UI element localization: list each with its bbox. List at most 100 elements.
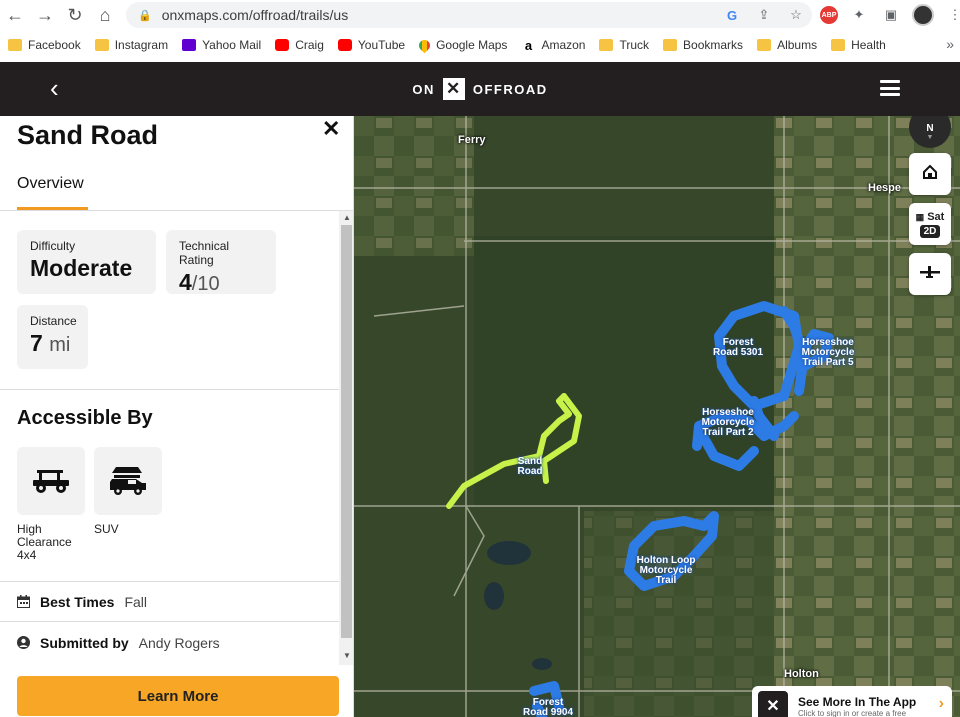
bookmark-facebook[interactable]: Facebook [8,38,81,52]
adblock-icon[interactable]: ABP [820,6,838,24]
trail-label-horseshoe-5[interactable]: Horseshoe Motorcycle Trail Part 5 [798,338,858,368]
place-label-hesperia: Hespe [868,182,902,194]
divider [0,389,339,390]
scroll-up-arrow-icon[interactable]: ▲ [343,213,351,222]
back-chevron-icon[interactable]: ‹ [50,75,74,101]
google-icon[interactable]: G [722,5,742,25]
scrollbar[interactable]: ▲ ▼ [339,211,353,665]
technical-rating-label: Technical Rating [179,239,230,267]
bookmark-instagram[interactable]: Instagram [94,38,168,52]
folder-icon [757,39,772,51]
vehicle-suv: SUV [94,447,164,536]
scroll-thumb[interactable] [341,225,352,638]
trail-details-panel: Sand Road ✕ Overview Difficulty Moderate… [0,116,354,717]
bookmark-amazon[interactable]: a Amazon [521,37,586,53]
vehicle-label: SUV [94,522,119,536]
trail-label-holton-loop[interactable]: Holton Loop Motorcycle Trail [630,556,702,586]
share-icon[interactable]: ⇪ [754,5,774,25]
vehicle-high-clearance: High Clearance 4x4 [17,447,87,562]
bookmark-bookmarks[interactable]: Bookmarks [663,38,743,52]
youtube-icon [337,39,352,51]
best-times-value: Fall [124,594,148,610]
tab-overview[interactable]: Overview [17,175,84,193]
amazon-icon: a [524,37,533,53]
trail-label-sand-road[interactable]: Sand Road [504,457,556,477]
more-bookmarks-icon[interactable]: » [946,36,954,52]
folder-icon [831,39,846,51]
home-location-button[interactable] [909,153,951,195]
google-maps-icon [416,37,433,53]
back-arrow-icon[interactable]: ← [0,0,30,30]
folder-icon [663,39,678,51]
url-text: onxmaps.com/offroad/trails/us [161,7,349,23]
divider [0,581,339,582]
layer-toggle-button[interactable]: ▦ Sat 2D [909,203,951,245]
onx-logo-icon: ✕ [758,691,788,717]
youtube-icon [275,39,290,51]
distance-value: 7 [30,330,43,356]
best-times-row: Best Times Fall [17,594,147,610]
menu-dots-icon[interactable]: ⋮ [944,4,960,26]
bookmark-health[interactable]: Health [831,38,886,52]
trail-label-forest-9904[interactable]: Forest Road 9904 [522,698,574,717]
home-icon[interactable]: ⌂ [90,0,120,30]
trail-title: Sand Road [17,120,159,150]
distance-label: Distance [30,314,77,328]
app-header: ‹ ON ✕ OFFROAD [0,62,960,116]
map-layer-icon: ▦ Sat [915,210,945,223]
place-label-holton: Holton [784,668,819,680]
submitted-by-value: Andy Rogers [138,635,220,651]
bookmark-yahoo-mail[interactable]: Yahoo Mail [182,38,261,52]
flight-mode-button[interactable] [909,253,951,295]
difficulty-value: Moderate [30,255,133,281]
best-times-label: Best Times [40,594,115,610]
onx-offroad-logo[interactable]: ON ✕ OFFROAD [412,78,547,100]
address-bar[interactable]: 🔒 onxmaps.com/offroad/trails/us G ⇪ ☆ [126,2,812,28]
bookmark-youtube[interactable]: YouTube [337,38,405,52]
bookmark-truck[interactable]: Truck [599,38,649,52]
airplane-icon [919,264,941,285]
see-more-app-banner[interactable]: ✕ See More In The App Click to sign in o… [752,686,952,717]
technical-rating-value: 4 [179,269,192,295]
folder-icon [599,39,614,51]
folder-icon [94,39,109,51]
place-label-ferry: Ferry [458,134,486,146]
suv-icon [94,447,162,515]
promo-title: See More In The App [798,694,917,709]
satellite-map[interactable]: Ferry Hespe Holton Sand Road Forest Road… [354,116,960,717]
learn-more-button[interactable]: Learn More [17,676,339,716]
yahoo-mail-icon [182,39,197,51]
technical-rating-max: /10 [191,273,220,295]
user-circle-icon [17,636,31,650]
bookmark-google-maps[interactable]: Google Maps [416,37,507,53]
reload-icon[interactable]: ↻ [60,0,90,30]
distance-unit: mi [49,334,71,356]
accessible-by-title: Accessible By [17,407,153,429]
utv-icon [17,447,85,515]
submitted-by-row: Submitted by Andy Rogers [17,635,220,651]
trail-label-horseshoe-2[interactable]: Horseshoe Motorcycle Trail Part 2 [696,408,760,438]
submitted-by-label: Submitted by [40,635,129,651]
chevron-right-icon[interactable]: › [939,695,944,713]
sidepanel-icon[interactable]: ▣ [880,4,902,26]
extensions-icon[interactable]: ✦ [848,4,870,26]
details-scroll-area[interactable]: Difficulty Moderate Technical Rating 4/1… [0,211,353,665]
scroll-down-arrow-icon[interactable]: ▼ [343,651,351,660]
view-mode-badge: 2D [919,224,941,238]
divider [0,621,339,622]
calendar-icon [17,595,31,609]
hamburger-menu-icon[interactable] [880,80,900,96]
bookmark-albums[interactable]: Albums [757,38,817,52]
close-icon[interactable]: ✕ [322,116,340,142]
vehicle-label: High Clearance 4x4 [17,522,72,562]
profile-avatar[interactable] [912,4,934,26]
star-icon[interactable]: ☆ [786,5,806,25]
folder-icon [8,39,22,51]
forward-arrow-icon[interactable]: → [30,0,60,30]
browser-toolbar: ← → ↻ ⌂ 🔒 onxmaps.com/offroad/trails/us … [0,0,960,30]
bookmark-craig[interactable]: Craig [275,38,324,52]
home-icon [922,164,938,185]
lock-icon: 🔒 [138,9,152,22]
difficulty-label: Difficulty [30,239,76,253]
trail-label-forest-5301[interactable]: Forest Road 5301 [712,338,764,358]
